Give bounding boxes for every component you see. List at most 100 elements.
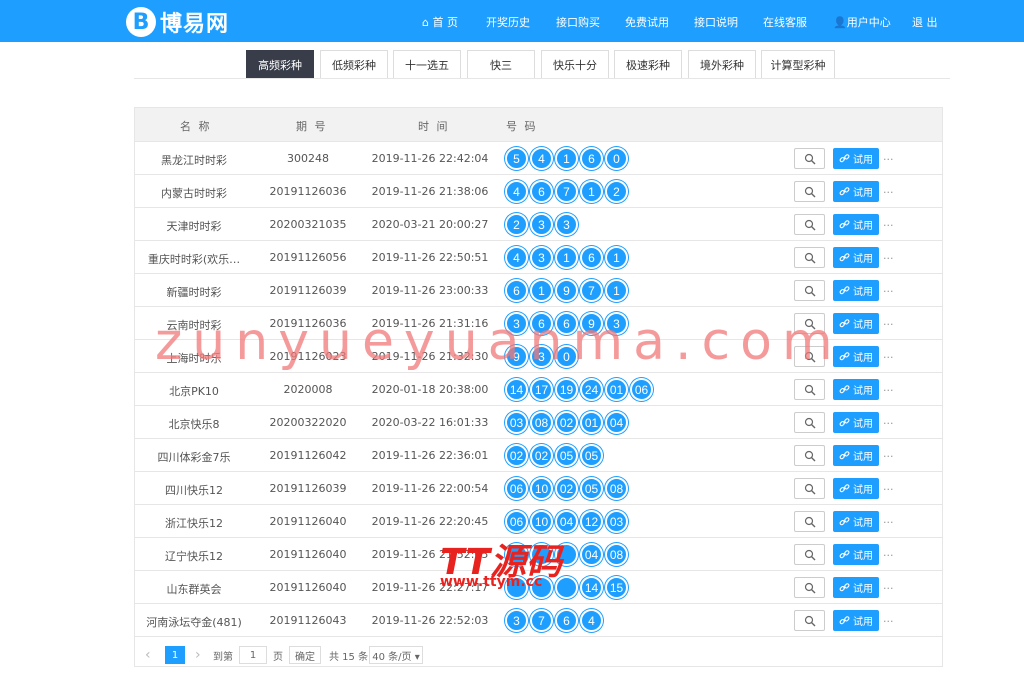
number-ball: 17 <box>530 378 553 401</box>
nav-item-2[interactable]: 接口购买 <box>556 14 600 30</box>
search-button[interactable] <box>794 445 825 466</box>
try-label: 试用 <box>853 353 873 364</box>
try-label: 试用 <box>853 386 873 397</box>
draw-time: 2020-01-18 20:38:00 <box>371 383 489 396</box>
nav-item-5[interactable]: 在线客服 <box>763 14 807 30</box>
try-label: 试用 <box>853 584 873 595</box>
goto-confirm-button[interactable]: 确定 <box>289 646 321 664</box>
link-icon <box>839 550 850 559</box>
number-ball: 04 <box>580 543 603 566</box>
more-indicator: ... <box>883 447 894 460</box>
try-button[interactable]: 试用 <box>833 280 879 301</box>
number-ball: 08 <box>605 477 628 500</box>
try-button[interactable]: 试用 <box>833 577 879 598</box>
search-button[interactable] <box>794 313 825 334</box>
number-ball: 14 <box>580 576 603 599</box>
tab-6[interactable]: 境外彩种 <box>688 50 756 79</box>
number-ball <box>555 576 578 599</box>
tab-4[interactable]: 快乐十分 <box>541 50 609 79</box>
tab-2[interactable]: 十一选五 <box>393 50 461 79</box>
tab-5[interactable]: 极速彩种 <box>614 50 682 79</box>
try-button[interactable]: 试用 <box>833 544 879 565</box>
try-button[interactable]: 试用 <box>833 148 879 169</box>
current-page-button[interactable]: 1 <box>165 646 185 664</box>
tab-0[interactable]: 高频彩种 <box>246 50 314 79</box>
number-ball: 6 <box>530 312 553 335</box>
search-button[interactable] <box>794 346 825 367</box>
nav-item-7[interactable]: 退 出 <box>912 14 938 30</box>
search-button[interactable] <box>794 280 825 301</box>
draw-time: 2019-11-26 21:31:16 <box>371 317 489 330</box>
nav-item-0[interactable]: ⌂ 首 页 <box>422 14 458 30</box>
draw-time: 2019-11-26 21:38:06 <box>371 185 489 198</box>
top-navbar: B 博易网 ⌂ 首 页 开奖历史 接口购买 免费试用 接口说明 在线客服 👤用户中心 退 出 <box>0 0 1024 42</box>
search-icon <box>804 285 815 296</box>
more-indicator: ... <box>883 381 894 394</box>
number-ball: 02 <box>530 444 553 467</box>
search-button[interactable] <box>794 412 825 433</box>
search-icon <box>804 252 815 263</box>
try-button[interactable]: 试用 <box>833 445 879 466</box>
search-button[interactable] <box>794 577 825 598</box>
draw-time: 2019-11-26 22:36:01 <box>371 449 489 462</box>
site-logo[interactable]: B 博易网 <box>126 7 229 37</box>
draw-numbers: 06 10 02 05 08 <box>505 477 630 500</box>
nav-item-1[interactable]: 开奖历史 <box>486 14 530 30</box>
nav-item-4[interactable]: 接口说明 <box>694 14 738 30</box>
search-button[interactable] <box>794 379 825 400</box>
lottery-table: 名 称 期 号 时 间 号 码 黑龙江时时彩 300248 2019-11-26 22:4… <box>134 107 943 667</box>
period-number: 20191126040 <box>269 581 347 594</box>
search-button[interactable] <box>794 247 825 268</box>
user-icon: 👤 <box>833 16 847 29</box>
search-button[interactable] <box>794 610 825 631</box>
link-icon <box>839 616 850 625</box>
page-size-select[interactable]: 40 条/页 ▾ <box>369 646 423 664</box>
prev-page-button[interactable]: ‹ <box>145 646 151 664</box>
tab-1[interactable]: 低频彩种 <box>320 50 388 79</box>
search-icon <box>804 318 815 329</box>
try-button[interactable]: 试用 <box>833 214 879 235</box>
number-ball: 6 <box>530 180 553 203</box>
search-button[interactable] <box>794 544 825 565</box>
try-button[interactable]: 试用 <box>833 478 879 499</box>
search-button[interactable] <box>794 181 825 202</box>
number-ball: 5 <box>505 147 528 170</box>
number-ball: 1 <box>555 147 578 170</box>
number-ball: 24 <box>580 378 603 401</box>
more-indicator: ... <box>883 150 894 163</box>
try-button[interactable]: 试用 <box>833 181 879 202</box>
number-ball: 14 <box>505 378 528 401</box>
number-ball: 1 <box>530 279 553 302</box>
goto-page-input[interactable]: 1 <box>239 646 267 664</box>
nav-item-3[interactable]: 免费试用 <box>625 14 669 30</box>
try-button[interactable]: 试用 <box>833 610 879 631</box>
try-label: 试用 <box>853 452 873 463</box>
search-button[interactable] <box>794 511 825 532</box>
table-row: 北京快乐8 20200322020 2020-03-22 16:01:33 03 08 0… <box>135 406 942 439</box>
next-page-button[interactable]: › <box>195 646 201 664</box>
link-icon <box>839 451 850 460</box>
try-button[interactable]: 试用 <box>833 346 879 367</box>
search-button[interactable] <box>794 478 825 499</box>
period-number: 20191126056 <box>269 251 347 264</box>
try-button[interactable]: 试用 <box>833 379 879 400</box>
number-ball: 7 <box>580 279 603 302</box>
search-button[interactable] <box>794 148 825 169</box>
nav-label: 接口说明 <box>694 16 738 29</box>
more-indicator: ... <box>883 414 894 427</box>
try-button[interactable]: 试用 <box>833 313 879 334</box>
nav-label: 开奖历史 <box>486 16 530 29</box>
draw-numbers: 06 10 04 12 03 <box>505 510 630 533</box>
search-icon <box>804 549 815 560</box>
lottery-name: 四川快乐12 <box>165 484 223 497</box>
tab-3[interactable]: 快三 <box>467 50 535 79</box>
draw-numbers: 3764 <box>505 609 605 632</box>
lottery-name: 上海时时乐 <box>166 352 222 365</box>
nav-item-6[interactable]: 👤用户中心 <box>833 14 891 30</box>
try-button[interactable]: 试用 <box>833 247 879 268</box>
try-button[interactable]: 试用 <box>833 412 879 433</box>
number-ball: 05 <box>580 477 603 500</box>
search-button[interactable] <box>794 214 825 235</box>
try-button[interactable]: 试用 <box>833 511 879 532</box>
tab-7[interactable]: 计算型彩种 <box>761 50 835 79</box>
